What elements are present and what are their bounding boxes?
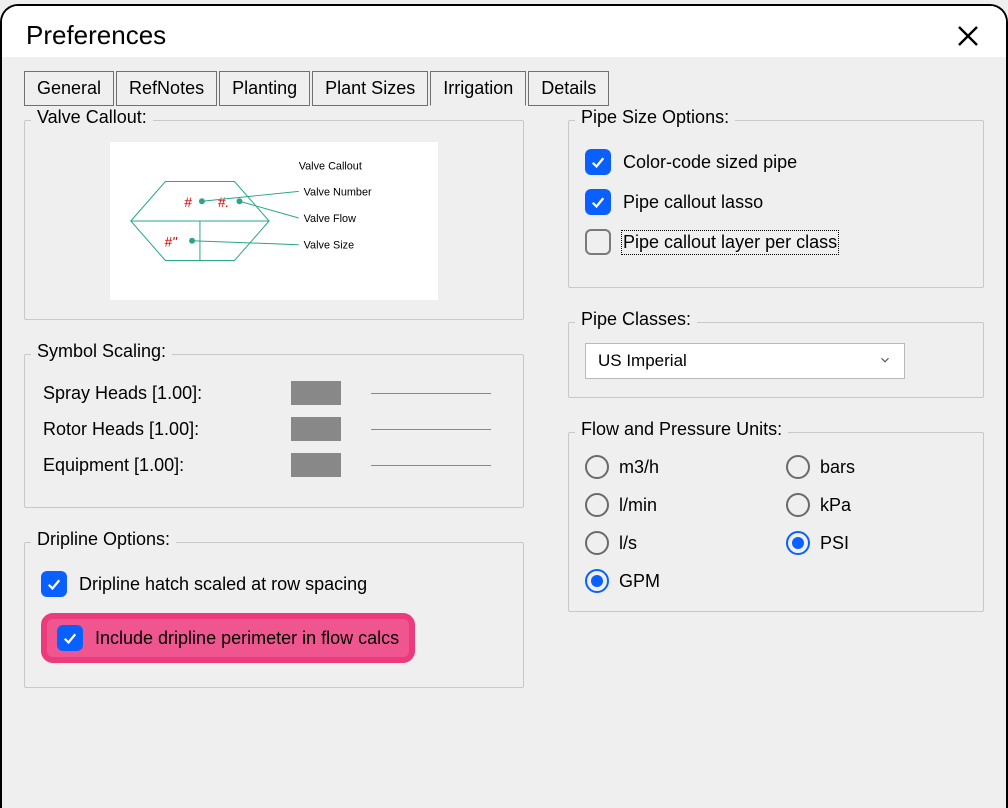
- dripline-options-label: Dripline Options:: [31, 529, 176, 550]
- pipe-lasso-label: Pipe callout lasso: [623, 192, 763, 213]
- pipe-classes-group: Pipe Classes: US Imperial: [568, 322, 984, 398]
- dripline-hatch-label: Dripline hatch scaled at row spacing: [79, 574, 367, 595]
- tab-planting[interactable]: Planting: [219, 71, 310, 106]
- pressure-psi-label: PSI: [820, 533, 849, 554]
- symbol-scaling-group: Symbol Scaling: Spray Heads [1.00]: Roto…: [24, 354, 524, 508]
- tab-details[interactable]: Details: [528, 71, 609, 106]
- pipe-lasso-checkbox[interactable]: [585, 189, 611, 215]
- pipe-layer-checkbox[interactable]: [585, 229, 611, 255]
- flow-lmin-radio[interactable]: [585, 493, 609, 517]
- vc-flow-label: Valve Flow: [304, 213, 356, 225]
- equipment-slider[interactable]: [291, 453, 341, 477]
- dripline-perimeter-label: Include dripline perimeter in flow calcs: [95, 628, 399, 649]
- spray-heads-slider[interactable]: [291, 381, 341, 405]
- dripline-options-group: Dripline Options: Dripline hatch scaled …: [24, 542, 524, 688]
- flow-m3h-radio[interactable]: [585, 455, 609, 479]
- tab-plant-sizes[interactable]: Plant Sizes: [312, 71, 428, 106]
- chevron-down-icon: [878, 353, 892, 370]
- tab-strip: General RefNotes Planting Plant Sizes Ir…: [24, 71, 984, 106]
- vc-size-ph: #": [164, 234, 178, 250]
- dripline-hatch-checkbox[interactable]: [41, 571, 67, 597]
- pressure-bars-radio[interactable]: [786, 455, 810, 479]
- vc-number-ph: #: [184, 194, 192, 210]
- flow-gpm-radio[interactable]: [585, 569, 609, 593]
- tab-irrigation[interactable]: Irrigation: [430, 71, 526, 106]
- vc-flow-ph: #.: [218, 194, 230, 210]
- valve-callout-label: Valve Callout:: [31, 107, 153, 128]
- check-icon: [589, 153, 607, 171]
- pipe-classes-value: US Imperial: [598, 351, 687, 371]
- color-code-pipe-checkbox[interactable]: [585, 149, 611, 175]
- flow-lmin-label: l/min: [619, 495, 657, 516]
- rotor-heads-slider[interactable]: [291, 417, 341, 441]
- flow-m3h-label: m3/h: [619, 457, 659, 478]
- flow-gpm-label: GPM: [619, 571, 660, 592]
- valve-callout-diagram: Valve Callout # #. #" Va: [110, 142, 438, 300]
- check-icon: [589, 193, 607, 211]
- equipment-track[interactable]: [371, 465, 491, 466]
- flow-pressure-label: Flow and Pressure Units:: [575, 419, 788, 440]
- dialog-body: General RefNotes Planting Plant Sizes Ir…: [2, 57, 1006, 736]
- check-icon: [45, 575, 63, 593]
- flow-pressure-group: Flow and Pressure Units: m3/h bars l/min…: [568, 432, 984, 612]
- valve-callout-group: Valve Callout: Valve Callout # #. #": [24, 120, 524, 320]
- flow-ls-radio[interactable]: [585, 531, 609, 555]
- pipe-classes-select[interactable]: US Imperial: [585, 343, 905, 379]
- flow-ls-label: l/s: [619, 533, 637, 554]
- pipe-size-options-group: Pipe Size Options: Color-code sized pipe…: [568, 120, 984, 288]
- pressure-psi-radio[interactable]: [786, 531, 810, 555]
- spray-heads-label: Spray Heads [1.00]:: [41, 383, 291, 404]
- tab-refnotes[interactable]: RefNotes: [116, 71, 217, 106]
- pipe-classes-label: Pipe Classes:: [575, 309, 697, 330]
- dripline-perimeter-highlight: Include dripline perimeter in flow calcs: [41, 613, 415, 663]
- pressure-kpa-radio[interactable]: [786, 493, 810, 517]
- symbol-scaling-label: Symbol Scaling:: [31, 341, 172, 362]
- vc-number-label: Valve Number: [304, 186, 372, 198]
- close-button[interactable]: [954, 22, 982, 50]
- pipe-size-options-label: Pipe Size Options:: [575, 107, 735, 128]
- window-title: Preferences: [26, 20, 166, 51]
- titlebar: Preferences: [2, 6, 1006, 57]
- equipment-label: Equipment [1.00]:: [41, 455, 291, 476]
- color-code-pipe-label: Color-code sized pipe: [623, 152, 797, 173]
- tab-general[interactable]: General: [24, 71, 114, 106]
- vc-size-label: Valve Size: [304, 240, 355, 252]
- pressure-bars-label: bars: [820, 457, 855, 478]
- rotor-heads-label: Rotor Heads [1.00]:: [41, 419, 291, 440]
- vc-title: Valve Callout: [299, 161, 362, 173]
- valve-callout-preview[interactable]: Valve Callout # #. #" Va: [109, 141, 439, 301]
- check-icon: [61, 629, 79, 647]
- rotor-heads-track[interactable]: [371, 429, 491, 430]
- close-icon: [956, 24, 980, 48]
- dripline-perimeter-checkbox[interactable]: [57, 625, 83, 651]
- pressure-kpa-label: kPa: [820, 495, 851, 516]
- preferences-dialog: Preferences General RefNotes Planting Pl…: [0, 4, 1008, 808]
- spray-heads-track[interactable]: [371, 393, 491, 394]
- pipe-layer-label: Pipe callout layer per class: [623, 232, 837, 253]
